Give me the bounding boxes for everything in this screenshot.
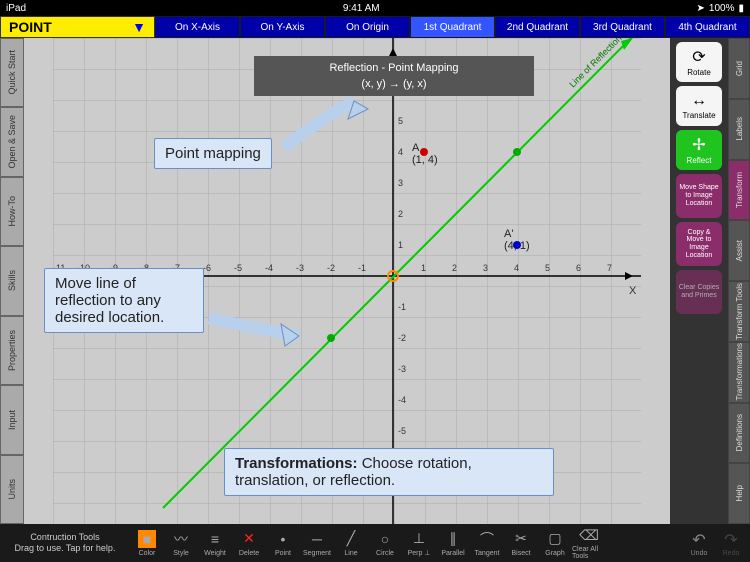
mode-tab-4[interactable]: 2nd Quadrant (495, 16, 580, 38)
svg-text:3: 3 (398, 178, 403, 188)
svg-text:5: 5 (398, 116, 403, 126)
clear-copies-button[interactable]: Clear Copies and Primes (676, 270, 722, 314)
svg-text:X: X (629, 285, 637, 297)
svg-text:-2: -2 (327, 263, 335, 273)
mode-tab-0[interactable]: On X-Axis (155, 16, 240, 38)
left-tab-0[interactable]: Quick Start (0, 38, 24, 107)
translate-button[interactable]: ↔Translate (676, 86, 722, 126)
tool-tangent[interactable]: ⌒Tangent (470, 524, 504, 562)
right-tab-2[interactable]: Transform (728, 160, 750, 221)
construction-help: Contruction ToolsDrag to use. Tap for he… (0, 532, 130, 554)
svg-text:-1: -1 (398, 302, 406, 312)
canvas[interactable]: 1234567 -1-2-3-4-5-6-7-8-9-10-11 1234567… (24, 38, 670, 524)
tool-clear-all-tools[interactable]: ⌫Clear All Tools (572, 524, 606, 562)
status-time: 9:41 AM (26, 3, 697, 14)
rotate-button[interactable]: ⟳Rotate (676, 42, 722, 82)
tool-parallel[interactable]: ∥Parallel (436, 524, 470, 562)
right-tab-3[interactable]: Assist (728, 220, 750, 281)
left-tab-3[interactable]: Skills (0, 246, 24, 315)
svg-text:-1: -1 (358, 263, 366, 273)
legend-formula: (x, y) → (y, x) (266, 78, 522, 90)
chevron-down-icon: ▼ (132, 19, 146, 35)
right-tab-5[interactable]: Transformations (728, 342, 750, 403)
right-tab-4[interactable]: Transform Tools (728, 281, 750, 342)
mode-tabs: On X-AxisOn Y-AxisOn Origin1st Quadrant2… (155, 16, 750, 38)
callout-moveline: Move line of reflection to any desired l… (44, 268, 204, 333)
tool-weight[interactable]: ≡Weight (198, 524, 232, 562)
callout-mapping: Point mapping (154, 138, 272, 169)
svg-text:5: 5 (545, 263, 550, 273)
svg-text:-4: -4 (265, 263, 273, 273)
legend-title: Reflection - Point Mapping (266, 62, 522, 74)
right-tab-0[interactable]: Grid (728, 38, 750, 99)
mode-tab-5[interactable]: 3rd Quadrant (580, 16, 665, 38)
tool-bisect[interactable]: ✂Bisect (504, 524, 538, 562)
point-a-label: A(1, 4) (412, 142, 438, 166)
mapping-legend: Reflection - Point Mapping (x, y) → (y, … (254, 56, 534, 96)
top-bar: POINT ▼ On X-AxisOn Y-AxisOn Origin1st Q… (0, 16, 750, 38)
move-shape-button[interactable]: Move Shape to Image Location (676, 174, 722, 218)
tool-segment[interactable]: ─Segment (300, 524, 334, 562)
right-sidebar: GridLabelsTransformAssistTransform Tools… (728, 38, 750, 524)
right-tab-1[interactable]: Labels (728, 99, 750, 160)
svg-text:-5: -5 (398, 426, 406, 436)
status-bar: iPad 9:41 AM ➤ 100% ▮ (0, 0, 750, 16)
left-tab-5[interactable]: Input (0, 385, 24, 454)
undo-button[interactable]: ↶Undo (684, 526, 714, 560)
svg-text:-3: -3 (398, 364, 406, 374)
svg-text:-5: -5 (234, 263, 242, 273)
svg-text:4: 4 (514, 263, 519, 273)
carrier: iPad (6, 3, 26, 14)
right-tab-7[interactable]: Help (728, 463, 750, 524)
svg-text:-4: -4 (398, 395, 406, 405)
reflect-button[interactable]: ✢Reflect (676, 130, 722, 170)
main-area: Quick StartOpen & SaveHow-ToSkillsProper… (0, 38, 750, 524)
tool-perp-⊥[interactable]: ⊥Perp ⊥ (402, 524, 436, 562)
tool-style[interactable]: 〰Style (164, 524, 198, 562)
svg-text:4: 4 (398, 147, 403, 157)
callout-transform: Transformations: Choose rotation, transl… (224, 448, 554, 496)
svg-text:3: 3 (483, 263, 488, 273)
tool-circle[interactable]: ○Circle (368, 524, 402, 562)
point-dropdown[interactable]: POINT ▼ (0, 16, 155, 38)
bottom-toolbar: Contruction ToolsDrag to use. Tap for he… (0, 524, 750, 562)
right-panel: ⟳Rotate ↔Translate ✢Reflect Move Shape t… (670, 38, 728, 524)
tool-line[interactable]: ╱Line (334, 524, 368, 562)
right-tab-6[interactable]: Definitions (728, 403, 750, 464)
svg-text:1: 1 (421, 263, 426, 273)
tool-graph[interactable]: ▢Graph (538, 524, 572, 562)
svg-text:1: 1 (398, 240, 403, 250)
point-ap-label: A'(4, 1) (504, 228, 530, 252)
tool-color[interactable]: ■Color (130, 524, 164, 562)
left-tab-1[interactable]: Open & Save (0, 107, 24, 176)
mode-tab-2[interactable]: On Origin (325, 16, 410, 38)
left-tab-6[interactable]: Units (0, 455, 24, 524)
svg-text:6: 6 (576, 263, 581, 273)
copy-move-button[interactable]: Copy & Move to Image Location (676, 222, 722, 266)
point-label: POINT (9, 19, 52, 35)
left-tab-2[interactable]: How-To (0, 177, 24, 246)
mode-tab-1[interactable]: On Y-Axis (240, 16, 325, 38)
left-sidebar: Quick StartOpen & SaveHow-ToSkillsProper… (0, 38, 24, 524)
left-tab-4[interactable]: Properties (0, 316, 24, 385)
svg-text:-3: -3 (296, 263, 304, 273)
mode-tab-6[interactable]: 4th Quadrant (665, 16, 750, 38)
svg-text:-6: -6 (203, 263, 211, 273)
svg-text:2: 2 (452, 263, 457, 273)
tool-delete[interactable]: ✕Delete (232, 524, 266, 562)
redo-button[interactable]: ↷Redo (716, 526, 746, 560)
tool-point[interactable]: •Point (266, 524, 300, 562)
mode-tab-3[interactable]: 1st Quadrant (410, 16, 495, 38)
svg-text:-2: -2 (398, 333, 406, 343)
svg-text:2: 2 (398, 209, 403, 219)
status-battery: ➤ 100% ▮ (697, 3, 744, 14)
tools-row: ■Color〰Style≡Weight✕Delete•Point─Segment… (130, 524, 606, 562)
svg-text:7: 7 (607, 263, 612, 273)
